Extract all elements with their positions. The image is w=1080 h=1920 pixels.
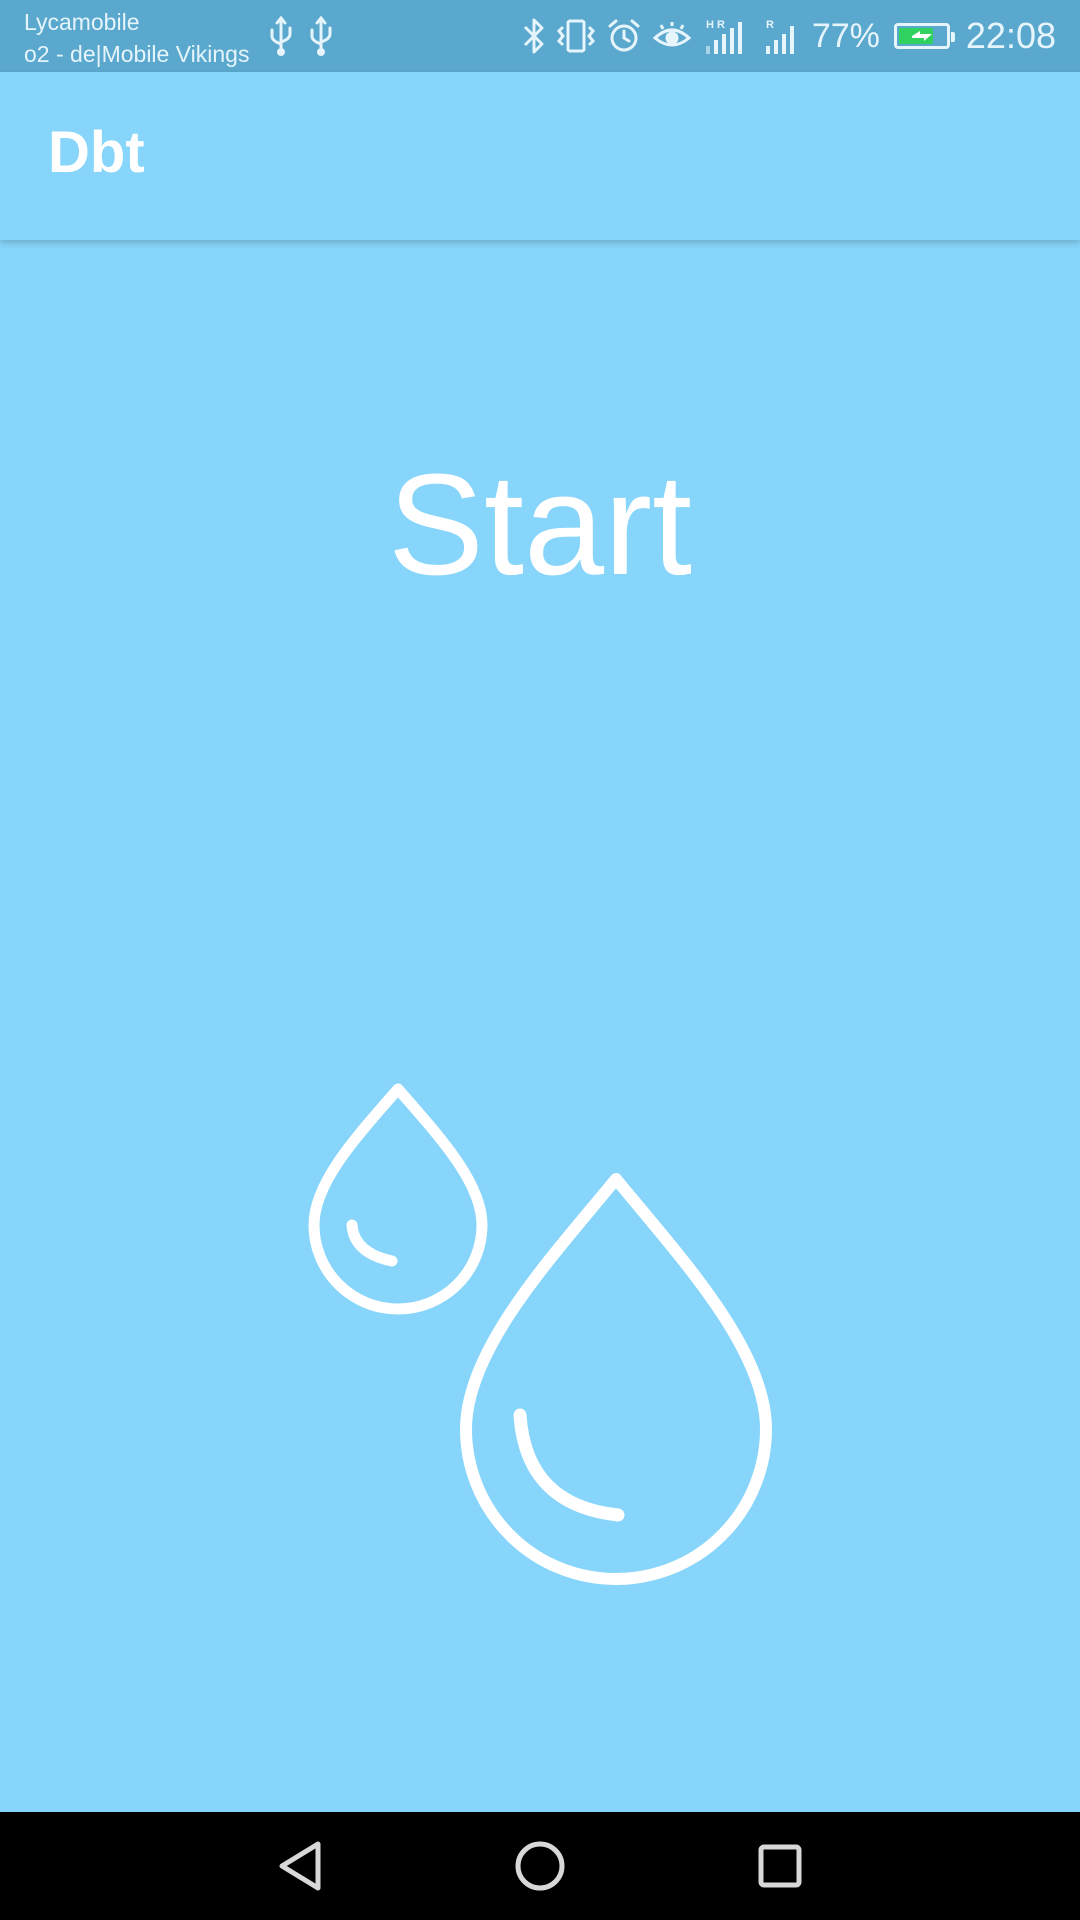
usb-icon	[308, 15, 334, 61]
vibrate-icon	[556, 18, 596, 54]
navigation-bar	[0, 1812, 1080, 1920]
usb-icon	[268, 15, 294, 61]
start-button[interactable]: Start	[340, 440, 740, 610]
signal-icon: R	[762, 16, 802, 56]
clock: 22:08	[965, 15, 1056, 56]
recents-icon	[758, 1844, 802, 1888]
back-button[interactable]	[268, 1834, 332, 1898]
app-title: Dbt	[48, 120, 145, 185]
eye-icon	[652, 20, 692, 52]
status-bar: Lycamobile o2 - de|Mobile Vikings H R R …	[0, 0, 1080, 72]
carrier-primary: Lycamobile	[24, 9, 140, 35]
svg-text:R: R	[766, 19, 774, 31]
home-icon	[515, 1841, 565, 1891]
app-bar: Dbt	[0, 72, 1080, 240]
battery-charging-icon	[893, 23, 955, 49]
status-icons: H R R 77% 22:08	[522, 0, 1056, 72]
water-drops-icon	[300, 1075, 780, 1600]
usb-icons	[268, 15, 334, 61]
back-icon	[279, 1841, 321, 1891]
carrier-info: Lycamobile o2 - de|Mobile Vikings	[24, 6, 249, 70]
signal-icon: H R	[702, 16, 752, 56]
charging-bolt-icon	[911, 31, 932, 41]
battery-percent: 77%	[811, 16, 880, 55]
recents-button[interactable]	[748, 1834, 812, 1898]
bluetooth-icon	[522, 17, 546, 55]
alarm-icon	[606, 18, 642, 54]
carrier-secondary: o2 - de|Mobile Vikings	[24, 41, 250, 67]
svg-text:H R: H R	[706, 19, 725, 31]
home-button[interactable]	[508, 1834, 572, 1898]
